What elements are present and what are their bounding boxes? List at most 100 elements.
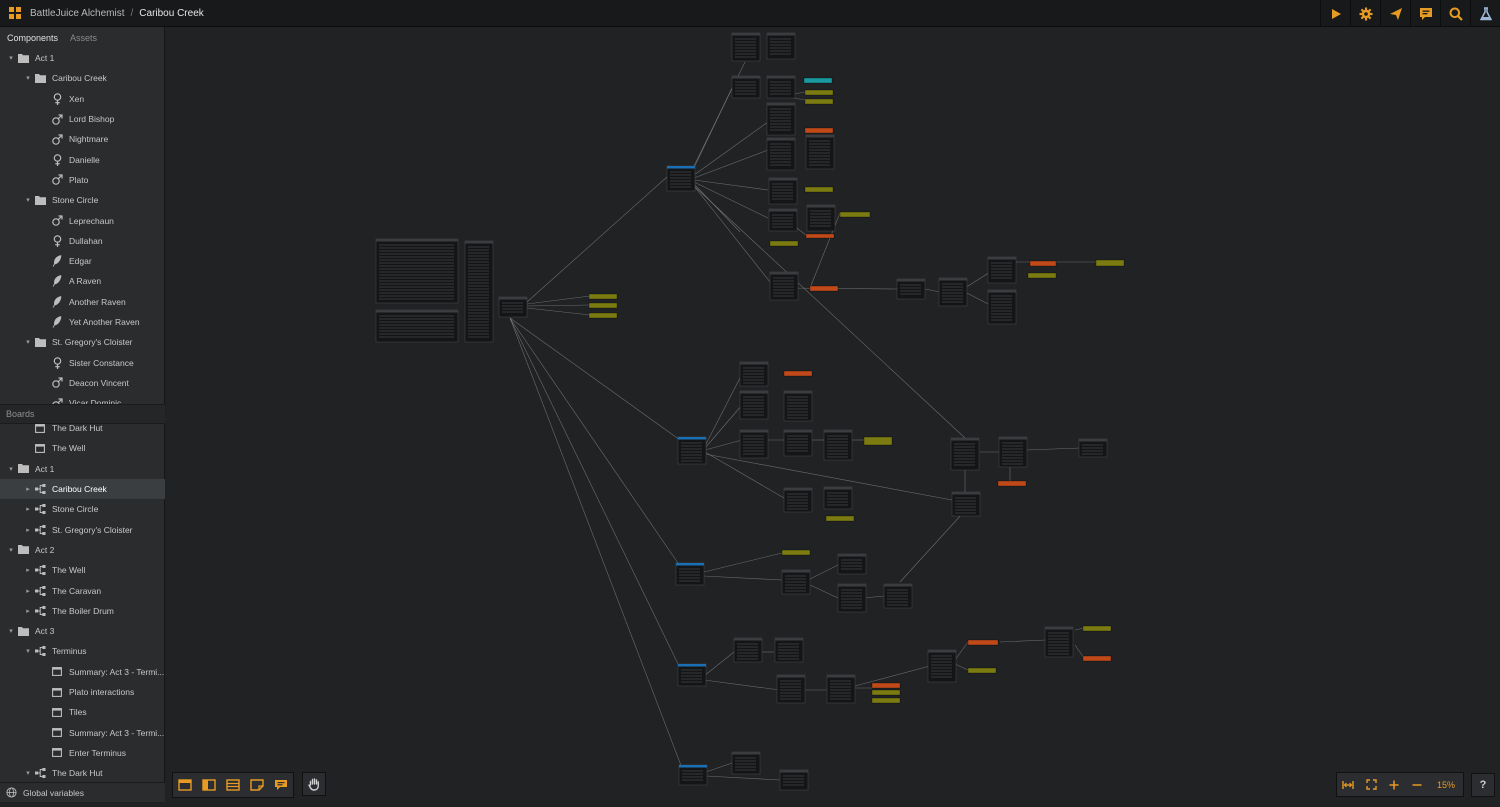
condition-node[interactable] bbox=[1029, 260, 1057, 267]
tree-item[interactable]: ▸ The Boiler Drum bbox=[0, 601, 165, 621]
condition-node[interactable] bbox=[1095, 259, 1125, 267]
node-header[interactable] bbox=[928, 650, 956, 653]
node-header[interactable] bbox=[767, 33, 795, 36]
condition-node[interactable] bbox=[967, 667, 997, 674]
node-header[interactable] bbox=[780, 770, 808, 773]
dialogue-node[interactable] bbox=[675, 562, 705, 586]
dialogue-node[interactable] bbox=[677, 663, 707, 687]
node-header[interactable] bbox=[767, 138, 795, 141]
condition-node[interactable] bbox=[805, 233, 835, 239]
help-button[interactable]: ? bbox=[1471, 773, 1495, 797]
node-header[interactable] bbox=[770, 272, 798, 275]
condition-node[interactable] bbox=[871, 697, 901, 704]
tree-item[interactable]: Sister Constance bbox=[0, 352, 165, 372]
condition-node[interactable] bbox=[804, 186, 834, 193]
condition-node[interactable] bbox=[839, 211, 871, 218]
global-variables-button[interactable]: Global variables bbox=[0, 782, 165, 802]
dialogue-node[interactable] bbox=[766, 75, 796, 99]
tree-item[interactable]: Summary: Act 3 - Termi... bbox=[0, 722, 165, 742]
add-note-button[interactable] bbox=[245, 773, 269, 797]
play-button[interactable] bbox=[1320, 0, 1350, 27]
node-header[interactable] bbox=[999, 437, 1027, 440]
condition-node[interactable] bbox=[871, 682, 901, 689]
node-header[interactable] bbox=[939, 278, 967, 281]
tree-item[interactable]: Lord Bishop bbox=[0, 109, 165, 129]
tree-item[interactable]: Yet Another Raven bbox=[0, 312, 165, 332]
condition-node[interactable] bbox=[803, 77, 833, 84]
tree-item[interactable]: ▾ Caribou Creek bbox=[0, 68, 165, 88]
tree-item[interactable]: ▾ Act 3 bbox=[0, 621, 165, 641]
tree-item[interactable]: Summary: Act 3 - Termi... bbox=[0, 662, 165, 682]
condition-node[interactable] bbox=[871, 689, 901, 696]
node-header[interactable] bbox=[784, 488, 812, 491]
dialogue-node[interactable] bbox=[806, 204, 836, 232]
chevron-down-icon[interactable]: ▾ bbox=[23, 196, 33, 204]
condition-node[interactable] bbox=[809, 285, 839, 292]
tree-item[interactable]: Nightmare bbox=[0, 129, 165, 149]
dialogue-node[interactable] bbox=[678, 764, 708, 786]
condition-node[interactable] bbox=[825, 515, 855, 522]
condition-node[interactable] bbox=[1082, 655, 1112, 662]
condition-node[interactable] bbox=[588, 293, 618, 300]
fit-width-button[interactable] bbox=[1337, 773, 1360, 796]
condition-node[interactable] bbox=[588, 312, 618, 319]
tree-item[interactable]: ▾ Act 2 bbox=[0, 540, 165, 560]
zoom-out-button[interactable] bbox=[1406, 773, 1429, 796]
condition-node[interactable] bbox=[967, 639, 999, 646]
apps-menu-button[interactable] bbox=[0, 0, 30, 27]
dialogue-node[interactable] bbox=[823, 486, 853, 510]
lab-button[interactable] bbox=[1470, 0, 1500, 27]
node-header[interactable] bbox=[767, 76, 795, 79]
tree-item[interactable]: Edgar bbox=[0, 251, 165, 271]
condition-node[interactable] bbox=[588, 302, 618, 309]
node-header[interactable] bbox=[784, 391, 812, 394]
node-header[interactable] bbox=[376, 239, 458, 242]
node-header[interactable] bbox=[884, 584, 912, 587]
settings-button[interactable] bbox=[1350, 0, 1380, 27]
tree-item[interactable]: ▾ Stone Circle bbox=[0, 190, 165, 210]
node-header[interactable] bbox=[824, 430, 852, 433]
tree-item[interactable]: Xen bbox=[0, 89, 165, 109]
node-header[interactable] bbox=[679, 765, 707, 768]
tree-item[interactable]: The Well bbox=[0, 438, 165, 458]
node-header[interactable] bbox=[782, 570, 810, 573]
tree-item[interactable]: Danielle bbox=[0, 149, 165, 169]
tree-item[interactable]: Dullahan bbox=[0, 231, 165, 251]
tree-item[interactable]: ▾ Terminus bbox=[0, 641, 165, 661]
tree-item[interactable]: Tiles bbox=[0, 702, 165, 722]
node-header[interactable] bbox=[807, 205, 835, 208]
add-list-button[interactable] bbox=[221, 773, 245, 797]
node-header[interactable] bbox=[777, 675, 805, 678]
node-header[interactable] bbox=[732, 76, 760, 79]
node-header[interactable] bbox=[740, 362, 768, 365]
dialogue-node[interactable] bbox=[498, 296, 528, 318]
dialogue-node[interactable] bbox=[731, 75, 761, 99]
tree-item[interactable]: ▾ Act 1 bbox=[0, 459, 165, 479]
tree-item[interactable]: ▸ The Caravan bbox=[0, 580, 165, 600]
node-header[interactable] bbox=[767, 103, 795, 106]
node-header[interactable] bbox=[952, 492, 980, 495]
node-header[interactable] bbox=[1045, 627, 1073, 630]
chevron-down-icon[interactable]: ▾ bbox=[6, 54, 16, 62]
dialogue-node[interactable] bbox=[766, 32, 796, 60]
add-comment-button[interactable] bbox=[269, 773, 293, 797]
node-header[interactable] bbox=[806, 135, 834, 138]
node-header[interactable] bbox=[676, 563, 704, 566]
chevron-down-icon[interactable]: ▾ bbox=[23, 74, 33, 82]
node-header[interactable] bbox=[667, 166, 695, 169]
dialogue-node[interactable] bbox=[783, 429, 813, 457]
dialogue-node[interactable] bbox=[987, 289, 1017, 325]
tab-components[interactable]: Components bbox=[7, 33, 58, 43]
condition-node[interactable] bbox=[804, 98, 834, 105]
tree-item[interactable]: The Dark Hut bbox=[0, 418, 165, 438]
dialogue-node[interactable] bbox=[731, 751, 761, 775]
condition-node[interactable] bbox=[863, 436, 893, 446]
node-header[interactable] bbox=[732, 752, 760, 755]
chevron-down-icon[interactable]: ▾ bbox=[23, 338, 33, 346]
node-header[interactable] bbox=[769, 178, 797, 181]
node-header[interactable] bbox=[988, 290, 1016, 293]
chevron-right-icon[interactable]: ▸ bbox=[23, 485, 33, 493]
condition-node[interactable] bbox=[1082, 625, 1112, 632]
node-header[interactable] bbox=[499, 297, 527, 300]
node-header[interactable] bbox=[734, 638, 762, 641]
